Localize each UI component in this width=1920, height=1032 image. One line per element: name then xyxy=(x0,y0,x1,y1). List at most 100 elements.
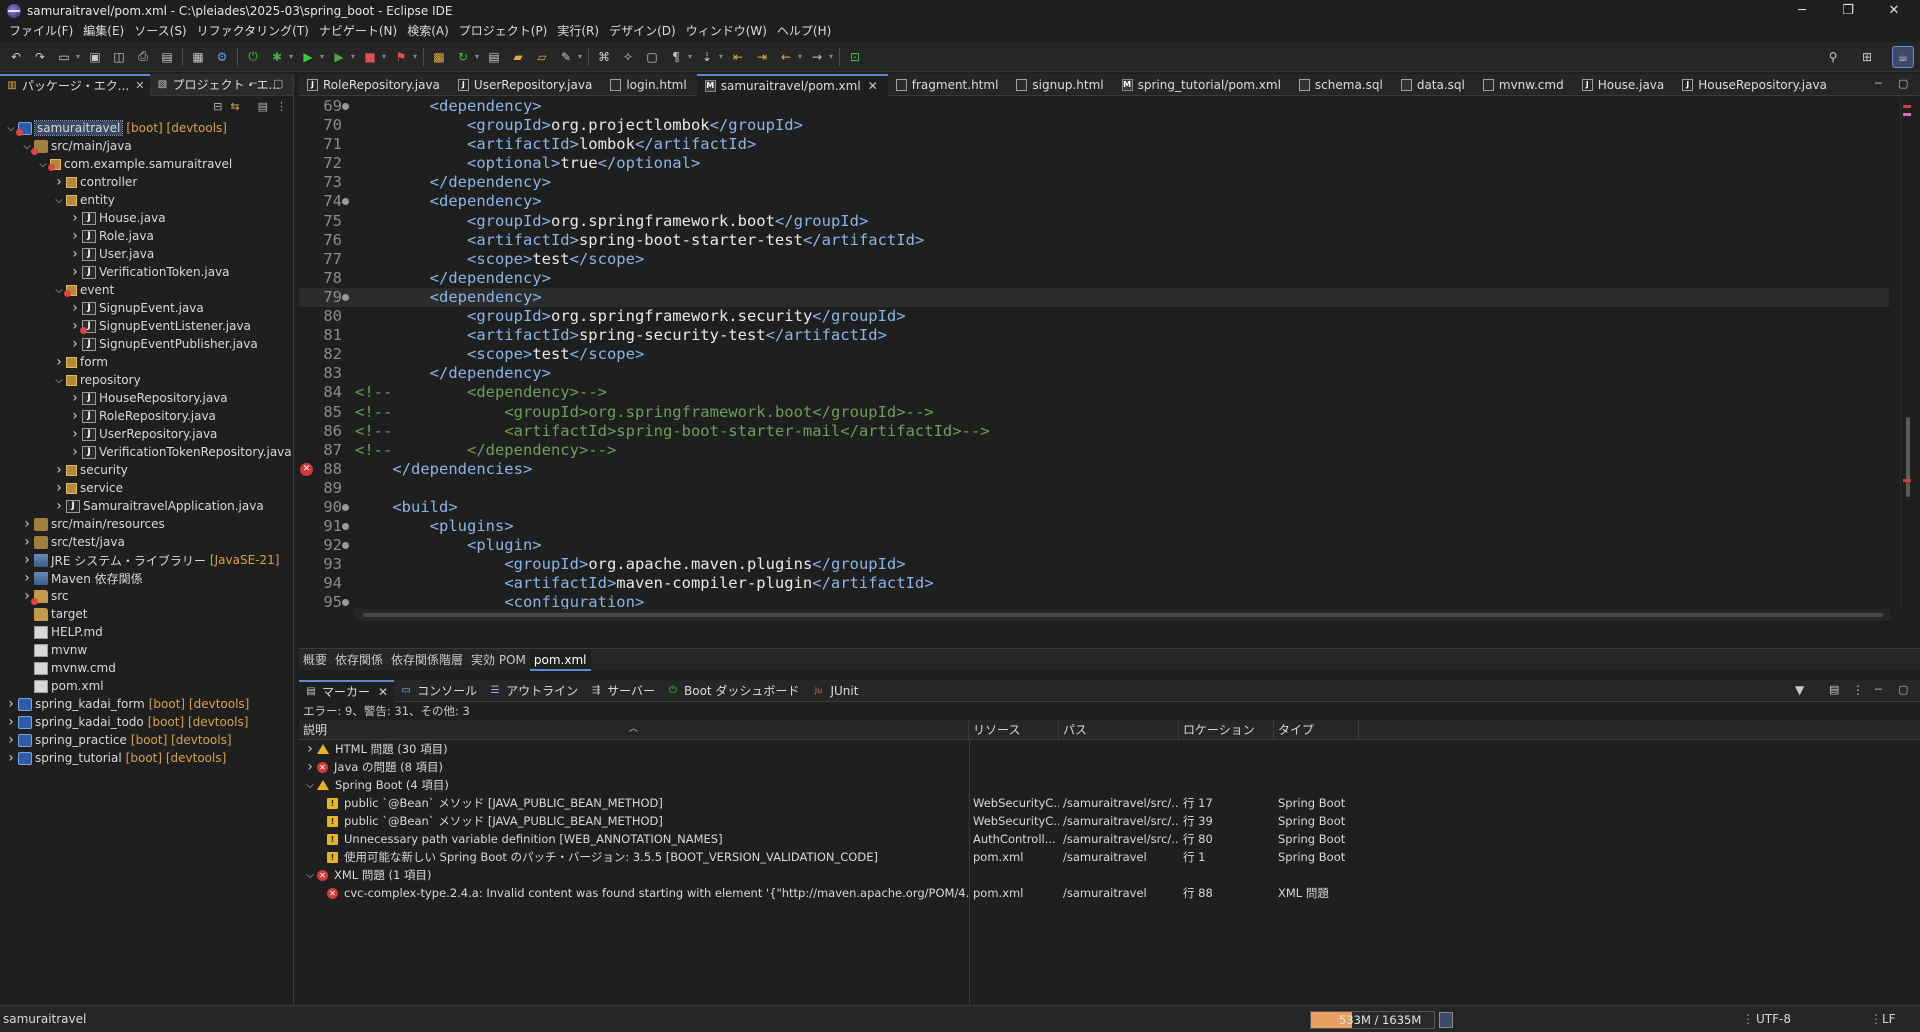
line-delimiter[interactable]: LF xyxy=(1882,1012,1896,1026)
tab-junit[interactable]: Ju JUnit xyxy=(805,680,864,702)
source-code[interactable]: 69 <dependency> 70 <groupId>org.projectlo… xyxy=(299,97,1889,609)
code-line[interactable]: 69 <dependency> xyxy=(299,97,1889,116)
editor-tab[interactable]: mvnw.cmd xyxy=(1475,74,1574,96)
print-icon[interactable]: ⎙ xyxy=(133,47,153,67)
chevron-right-icon[interactable]: › xyxy=(20,516,34,532)
chevron-right-icon[interactable]: › xyxy=(68,444,82,460)
tree-item[interactable]: pom.xml xyxy=(0,677,293,695)
open-folder-icon[interactable]: ▰ xyxy=(508,47,528,67)
undo-icon[interactable]: ↶ xyxy=(6,47,26,67)
code-line[interactable]: 82 <scope>test</scope> xyxy=(299,345,1889,364)
chevron-right-icon[interactable]: › xyxy=(68,408,82,424)
external-tools-icon[interactable]: ⚑ xyxy=(391,47,411,67)
chevron-down-icon[interactable]: ⌵ xyxy=(303,870,317,881)
chevron-down-icon[interactable]: ▾ xyxy=(287,47,295,67)
coverage-icon[interactable]: ▶ xyxy=(329,47,349,67)
code-line[interactable]: 77 <scope>test</scope> xyxy=(299,250,1889,269)
minimize-view-icon[interactable]: ─ xyxy=(250,77,257,90)
chevron-down-icon[interactable]: ▾ xyxy=(796,47,804,67)
editor-tab[interactable]: signup.html xyxy=(1008,74,1113,96)
chevron-down-icon[interactable]: ▾ xyxy=(576,47,584,67)
tree-item[interactable]: › J House.java xyxy=(0,209,293,227)
tree-item[interactable]: › Maven 依存関係 xyxy=(0,569,293,587)
last-edit-location-icon[interactable]: ⇤ xyxy=(728,47,748,67)
tree-item[interactable]: › J UserRepository.java xyxy=(0,425,293,443)
pom-page-tab[interactable]: 依存関係 xyxy=(331,649,387,671)
pom-page-tab[interactable]: pom.xml xyxy=(529,648,591,671)
pom-page-tab[interactable]: 実効 POM xyxy=(467,649,530,671)
marker-row[interactable]: ! 使用可能な新しい Spring Boot のパッチ・バージョン: 3.5.5 … xyxy=(299,848,1920,866)
tree-item[interactable]: › src/test/java xyxy=(0,533,293,551)
save-icon[interactable]: ▣ xyxy=(85,47,105,67)
toggle-breadcrumb-icon[interactable]: ⌘ xyxy=(594,47,614,67)
settings-gear-icon[interactable]: ⚙ xyxy=(212,47,232,67)
maximize-button[interactable]: ❐ xyxy=(1825,0,1871,21)
chevron-right-icon[interactable]: › xyxy=(20,552,34,568)
next-annotation-icon[interactable]: ⇣ xyxy=(697,47,717,67)
editor-tab[interactable]: login.html xyxy=(602,74,696,96)
editor-tab[interactable]: J House.java xyxy=(1574,74,1675,96)
build-icon[interactable]: ▦ xyxy=(188,47,208,67)
tree-item[interactable]: › J Role.java xyxy=(0,227,293,245)
code-line[interactable]: 90 <build> xyxy=(299,498,1889,517)
fold-toggle-icon[interactable] xyxy=(342,293,349,301)
tree-item[interactable]: › src xyxy=(0,587,293,605)
chevron-down-icon[interactable]: ⌵ xyxy=(52,195,66,206)
view-menu-icon[interactable]: ⋮ xyxy=(276,100,287,113)
menu-item[interactable]: 検索(A) xyxy=(402,21,454,42)
code-line[interactable]: 92 <plugin> xyxy=(299,536,1889,555)
chevron-down-icon[interactable]: ▾ xyxy=(473,47,481,67)
link-with-editor-icon[interactable]: ⇆ xyxy=(230,100,239,113)
tree-item[interactable]: › J HouseRepository.java xyxy=(0,389,293,407)
editor-tab[interactable]: J RoleRepository.java xyxy=(299,74,450,96)
fold-toggle-icon[interactable] xyxy=(342,103,349,110)
tab-outline[interactable]: ☰ アウトライン xyxy=(483,680,584,702)
chevron-right-icon[interactable]: › xyxy=(303,759,317,775)
chevron-right-icon[interactable]: › xyxy=(68,264,82,280)
collapse-all-icon[interactable]: ⊟ xyxy=(213,100,222,113)
chevron-right-icon[interactable]: › xyxy=(52,498,66,514)
tree-item[interactable]: ⌵ com.example.samuraitravel xyxy=(0,155,293,173)
chevron-right-icon[interactable]: › xyxy=(52,174,66,190)
menu-item[interactable]: ファイル(F) xyxy=(4,21,78,42)
brush-icon[interactable]: ✎ xyxy=(556,47,576,67)
search-icon[interactable]: ⚲ xyxy=(1822,46,1844,68)
tree-item[interactable]: ⌵ event xyxy=(0,281,293,299)
tree-item[interactable]: › security xyxy=(0,461,293,479)
heap-status[interactable]: 533M / 1635M xyxy=(1310,1011,1435,1029)
chevron-right-icon[interactable]: › xyxy=(68,228,82,244)
menu-item[interactable]: ウィンドウ(W) xyxy=(681,21,772,42)
tree-item[interactable]: › J RoleRepository.java xyxy=(0,407,293,425)
new-java-project-icon[interactable]: ▩ xyxy=(429,47,449,67)
code-line[interactable]: 87 <!-- </dependency>--> xyxy=(299,441,1889,460)
fold-toggle-icon[interactable] xyxy=(342,503,349,511)
minimize-button[interactable]: ─ xyxy=(1779,0,1825,21)
code-line[interactable]: 78 </dependency> xyxy=(299,269,1889,288)
code-line[interactable]: 91 <plugins> xyxy=(299,517,1889,536)
marker-row[interactable]: ✕ cvc-complex-type.2.4.a: Invalid content… xyxy=(299,884,1920,902)
column-header[interactable]: ロケーション xyxy=(1179,720,1274,740)
block-selection-icon[interactable]: ▢ xyxy=(642,47,662,67)
debug-icon[interactable]: ✱ xyxy=(267,47,287,67)
tree-item[interactable]: ⌵ entity xyxy=(0,191,293,209)
menu-item[interactable]: デザイン(D) xyxy=(604,21,681,42)
tree-item[interactable]: › J SignupEvent.java xyxy=(0,299,293,317)
minimize-editor-icon[interactable]: ─ xyxy=(1875,77,1882,90)
tab-console[interactable]: ▭ コンソール xyxy=(394,680,483,702)
code-line[interactable]: 83 </dependency> xyxy=(299,364,1889,383)
save-all-icon[interactable]: ◫ xyxy=(109,47,129,67)
code-line[interactable]: 95 <configuration> xyxy=(299,593,1889,609)
code-line[interactable]: 71 <artifactId>lombok</artifactId> xyxy=(299,135,1889,154)
code-line[interactable]: 79 <dependency> xyxy=(299,287,1889,308)
chevron-right-icon[interactable]: › xyxy=(68,246,82,262)
code-line[interactable]: 86 <!-- <artifactId>spring-boot-starter-m… xyxy=(299,422,1889,441)
editor-tab[interactable]: data.sql xyxy=(1393,74,1475,96)
close-window-button[interactable]: ✕ xyxy=(1871,0,1917,21)
chevron-down-icon[interactable]: ▾ xyxy=(411,47,419,67)
garbage-collect-icon[interactable] xyxy=(1439,1012,1453,1028)
code-line[interactable]: 89 xyxy=(299,479,1889,498)
code-line[interactable]: 88 ✕ </dependencies> xyxy=(299,460,1889,479)
chevron-right-icon[interactable]: › xyxy=(20,570,34,586)
marker-row[interactable]: ! Unnecessary path variable definition [W… xyxy=(299,830,1920,848)
forward-arrow-icon[interactable]: → xyxy=(807,47,827,67)
